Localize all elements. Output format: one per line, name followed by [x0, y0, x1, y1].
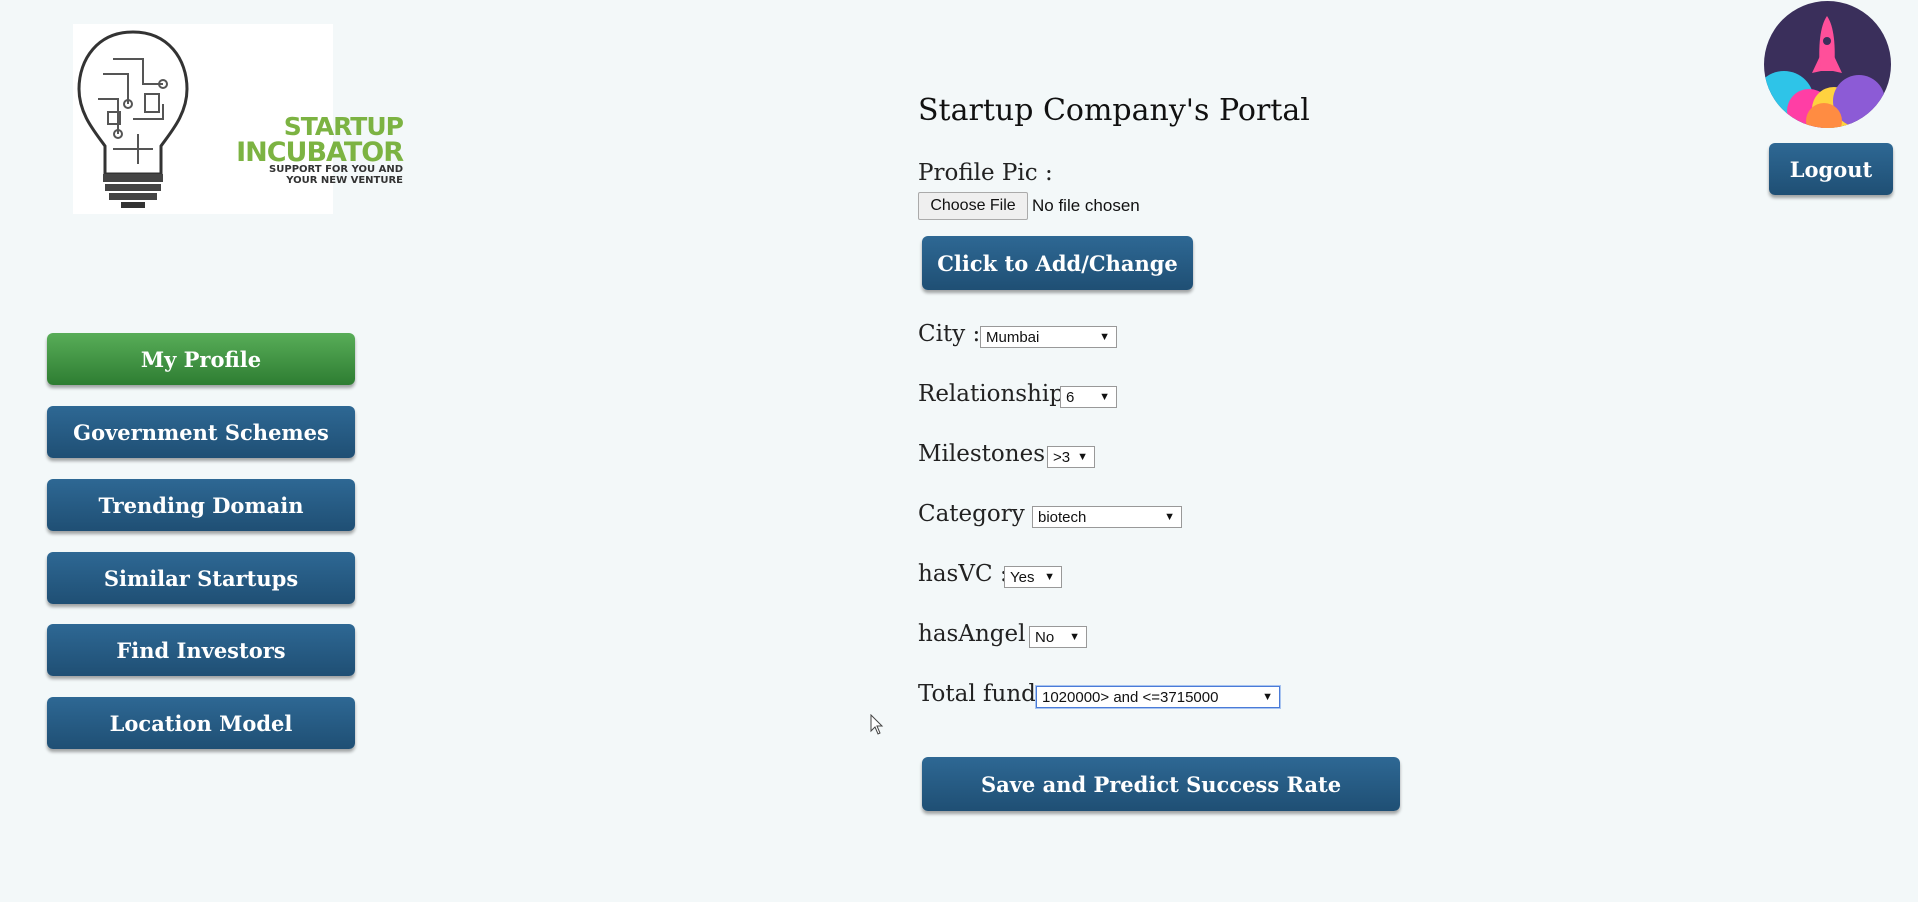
dropdown-arrow-icon: ▼	[1099, 391, 1110, 403]
relationship-select[interactable]: 6 ▼	[1060, 386, 1117, 408]
hasangel-select[interactable]: No ▼	[1029, 626, 1087, 648]
logout-button[interactable]: Logout	[1769, 143, 1893, 195]
dropdown-arrow-icon: ▼	[1262, 691, 1273, 703]
rocket-avatar-icon	[1764, 1, 1891, 128]
choose-file-button[interactable]: Choose File	[918, 192, 1028, 220]
startup-incubator-logo: STARTUP INCUBATOR SUPPORT FOR YOU AND YO…	[73, 24, 404, 214]
profile-pic-label: Profile Pic :	[918, 160, 1053, 186]
sidebar-item-my-profile[interactable]: My Profile	[47, 333, 355, 385]
save-and-predict-button[interactable]: Save and Predict Success Rate	[922, 757, 1400, 811]
relationship-label: Relationship :	[918, 381, 1080, 407]
avatar[interactable]	[1764, 1, 1891, 128]
hasangel-label: hasAngel :	[918, 621, 1041, 647]
total-fund-label: Total fund :	[918, 681, 1051, 707]
sidebar-item-find-investors[interactable]: Find Investors	[47, 624, 355, 676]
milestones-select[interactable]: >3 ▼	[1047, 446, 1095, 468]
hasvc-label: hasVC :	[918, 561, 1008, 587]
sidebar-item-similar-startups[interactable]: Similar Startups	[47, 552, 355, 604]
mouse-cursor-icon	[870, 714, 884, 735]
dropdown-arrow-icon: ▼	[1044, 571, 1055, 583]
milestones-label: Milestones :	[918, 441, 1061, 467]
sidebar-item-government-schemes[interactable]: Government Schemes	[47, 406, 355, 458]
page-title: Startup Company's Portal	[918, 93, 1310, 128]
dropdown-arrow-icon: ▼	[1069, 631, 1080, 643]
dropdown-arrow-icon: ▼	[1164, 511, 1175, 523]
lightbulb-icon	[77, 30, 189, 208]
city-select[interactable]: Mumbai ▼	[980, 326, 1117, 348]
hasvc-select[interactable]: Yes ▼	[1004, 566, 1062, 588]
add-change-button[interactable]: Click to Add/Change	[922, 236, 1193, 290]
dropdown-arrow-icon: ▼	[1077, 451, 1088, 463]
category-select[interactable]: biotech ▼	[1032, 506, 1182, 528]
file-status-text: No file chosen	[1032, 196, 1140, 215]
city-label: City :	[918, 321, 981, 347]
logo-tagline: SUPPORT FOR YOU AND YOUR NEW VENTURE	[269, 164, 403, 186]
sidebar-item-trending-domain[interactable]: Trending Domain	[47, 479, 355, 531]
total-fund-select[interactable]: 1020000> and <=3715000 ▼	[1036, 686, 1280, 708]
dropdown-arrow-icon: ▼	[1099, 331, 1110, 343]
category-label: Category :	[918, 501, 1040, 527]
sidebar-item-location-model[interactable]: Location Model	[47, 697, 355, 749]
